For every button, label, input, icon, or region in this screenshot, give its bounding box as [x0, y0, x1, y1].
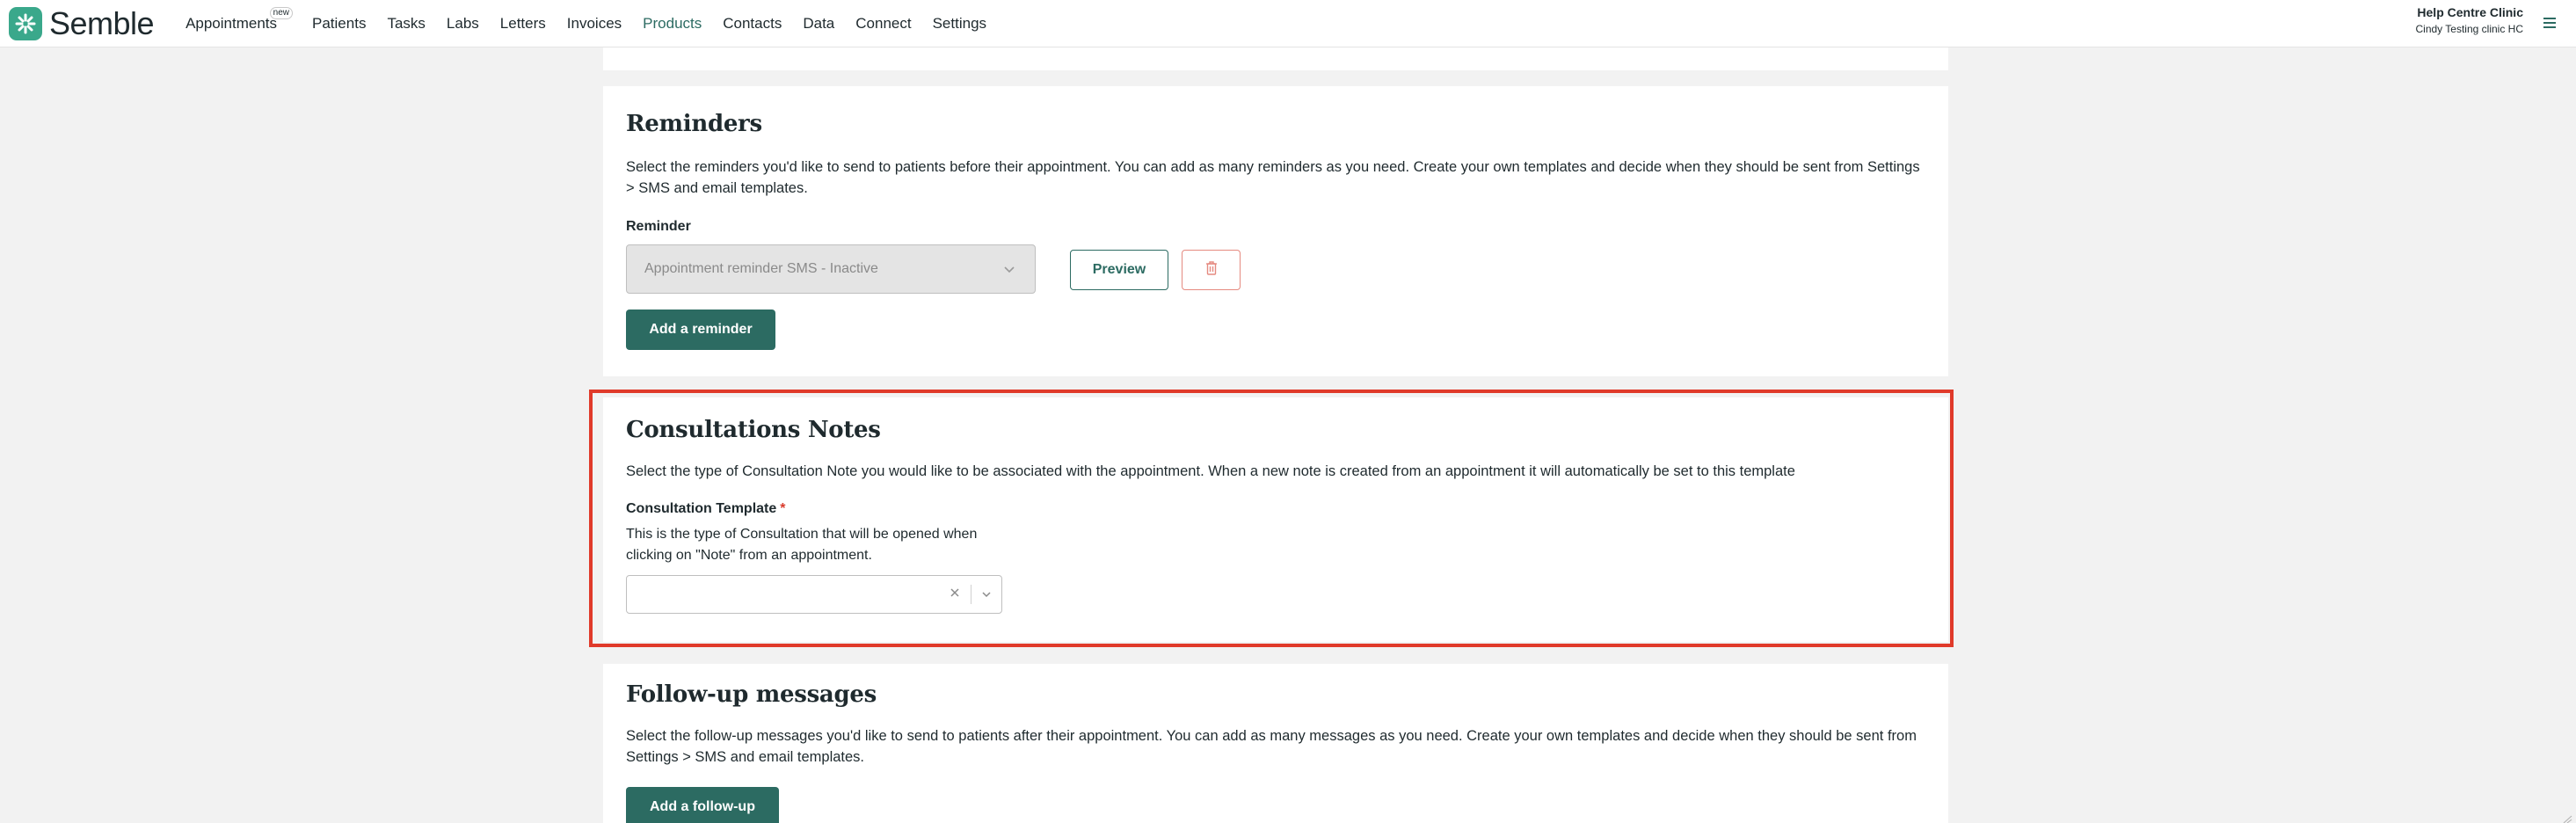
select-value: Appointment reminder SMS - Inactive	[644, 261, 878, 276]
new-badge: new	[269, 6, 294, 19]
nav-item-tasks[interactable]: Tasks	[387, 0, 425, 47]
nav-item-label: Data	[803, 14, 835, 32]
nav-item-label: Products	[643, 14, 702, 32]
section-title: Reminders	[626, 111, 762, 137]
nav-item-letters[interactable]: Letters	[500, 0, 546, 47]
nav-item-label: Labs	[446, 14, 479, 32]
hamburger-menu-icon[interactable]	[2539, 12, 2560, 33]
nav-item-label: Settings	[932, 14, 987, 32]
section-title: Follow-up messages	[626, 681, 877, 708]
main-nav: Appointments new Patients Tasks Labs Let…	[186, 0, 1008, 47]
field-help-text: This is the type of Consultation that wi…	[626, 527, 978, 563]
semble-logo-icon	[9, 6, 42, 40]
section-description: Select the reminders you'd like to send …	[626, 159, 1920, 196]
nav-item-labs[interactable]: Labs	[447, 0, 479, 47]
section-description: Select the follow-up messages you'd like…	[626, 728, 1917, 765]
chevron-down-icon	[1001, 261, 1017, 281]
brand[interactable]: Semble	[9, 4, 155, 42]
nav-item-patients[interactable]: Patients	[312, 0, 366, 47]
follow-up-section: Follow-up messages Select the follow-up …	[603, 664, 1948, 823]
clinic-name: Help Centre Clinic	[2417, 5, 2523, 19]
nav-item-label: Tasks	[387, 14, 426, 32]
nav-item-settings[interactable]: Settings	[933, 0, 986, 47]
consultation-template-select[interactable]	[626, 575, 1002, 614]
field-label: Reminder	[626, 219, 691, 234]
nav-item-label: Connect	[855, 14, 912, 32]
field-label-text: Consultation Template	[626, 501, 777, 516]
nav-item-label: Contacts	[723, 14, 782, 32]
nav-item-connect[interactable]: Connect	[855, 0, 911, 47]
section-title: Consultations Notes	[626, 417, 881, 443]
delete-reminder-button[interactable]	[1182, 250, 1241, 290]
account-info[interactable]: Help Centre Clinic Cindy Testing clinic …	[2416, 5, 2524, 35]
required-marker: *	[780, 501, 786, 516]
field-label: Consultation Template *	[626, 501, 786, 517]
reminder-select: Appointment reminder SMS - Inactive	[626, 244, 1036, 294]
previous-section-card	[603, 47, 1948, 70]
nav-item-contacts[interactable]: Contacts	[723, 0, 782, 47]
nav-item-data[interactable]: Data	[803, 0, 834, 47]
resize-handle-icon	[2562, 812, 2572, 823]
consultation-notes-section: Consultations Notes Select the type of C…	[603, 397, 1948, 642]
nav-item-appointments[interactable]: Appointments new	[186, 0, 294, 47]
nav-item-invoices[interactable]: Invoices	[567, 0, 622, 47]
add-reminder-button[interactable]: Add a reminder	[626, 310, 775, 350]
nav-item-label: Letters	[499, 14, 546, 32]
nav-item-products[interactable]: Products	[643, 0, 702, 47]
nav-item-label: Patients	[312, 14, 367, 32]
reminders-section: Reminders Select the reminders you'd lik…	[603, 86, 1948, 376]
trash-icon	[1204, 260, 1219, 280]
brand-name: Semble	[49, 4, 155, 41]
clear-icon[interactable]	[949, 586, 961, 603]
nav-item-label: Invoices	[566, 14, 622, 32]
add-follow-up-button[interactable]: Add a follow-up	[626, 787, 779, 823]
nav-item-label: Appointments	[186, 14, 278, 32]
preview-button[interactable]: Preview	[1070, 250, 1168, 290]
top-navigation-bar: Semble Appointments new Patients Tasks L…	[0, 0, 2576, 47]
section-description: Select the type of Consultation Note you…	[626, 463, 1795, 479]
chevron-down-icon[interactable]	[980, 588, 993, 605]
user-name: Cindy Testing clinic HC	[2415, 23, 2524, 35]
